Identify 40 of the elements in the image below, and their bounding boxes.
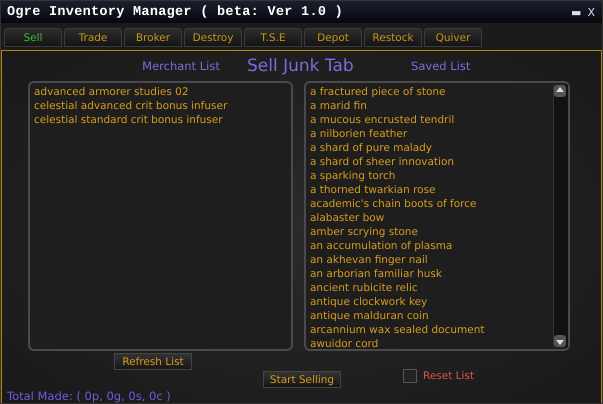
- list-item[interactable]: celestial advanced crit bonus infuser: [34, 99, 287, 113]
- list-item[interactable]: a nilborien feather: [310, 127, 553, 141]
- list-item[interactable]: celestial standard crit bonus infuser: [34, 113, 287, 127]
- tab[interactable]: Trade: [64, 28, 122, 47]
- list-item[interactable]: antique malduran coin: [310, 309, 553, 323]
- checkbox-label: Reset List: [423, 370, 474, 382]
- window-title: Ogre Inventory Manager ( beta: Ver 1.0 ): [7, 4, 344, 20]
- tab[interactable]: Destroy: [184, 28, 242, 47]
- list-item[interactable]: a shard of pure malady: [310, 141, 553, 155]
- tab[interactable]: Sell: [4, 28, 62, 47]
- list-item[interactable]: antique clockwork key: [310, 295, 553, 309]
- list-item[interactable]: ancient rubicite relic: [310, 281, 553, 295]
- list-item[interactable]: advanced armorer studies 02: [34, 85, 287, 99]
- tab[interactable]: Quiver: [424, 28, 482, 47]
- list-title: Saved List: [410, 59, 472, 73]
- list-item[interactable]: a thorned twarkian rose: [310, 183, 553, 197]
- tab-heading: Sell Junk Tab: [247, 56, 354, 76]
- refresh-button[interactable]: Refresh List: [114, 353, 192, 370]
- list-item[interactable]: an akhevan finger nail: [310, 253, 553, 267]
- tab[interactable]: T.S.E: [244, 28, 302, 47]
- list-item[interactable]: awuidor cord: [310, 337, 553, 351]
- list-item[interactable]: amber scrying stone: [310, 225, 553, 239]
- tab[interactable]: Depot: [304, 28, 362, 47]
- start-selling-button[interactable]: Start Selling: [263, 371, 341, 388]
- list-item[interactable]: an accumulation of plasma: [310, 239, 553, 253]
- list-item[interactable]: an arborian familiar husk: [310, 267, 553, 281]
- list-item[interactable]: a shard of sheer innovation: [310, 155, 553, 169]
- list-item[interactable]: academic's chain boots of force: [310, 197, 553, 211]
- list-item[interactable]: a marid fin: [310, 99, 553, 113]
- tab[interactable]: Restock: [364, 28, 422, 47]
- list-item[interactable]: a sparking torch: [310, 169, 553, 183]
- close-button[interactable]: X: [584, 6, 598, 18]
- tab[interactable]: Broker: [124, 28, 182, 47]
- list-title: Merchant List: [141, 59, 221, 73]
- list-item[interactable]: arcannium wax sealed document: [310, 323, 553, 337]
- minimize-button[interactable]: ▬: [568, 6, 584, 18]
- total-made: Total Made: ( 0p, 0g, 0s, 0c ): [6, 389, 172, 403]
- list-item[interactable]: alabaster bow: [310, 211, 553, 225]
- list-item[interactable]: a mucous encrusted tendril: [310, 113, 553, 127]
- list-item[interactable]: a fractured piece of stone: [310, 85, 553, 99]
